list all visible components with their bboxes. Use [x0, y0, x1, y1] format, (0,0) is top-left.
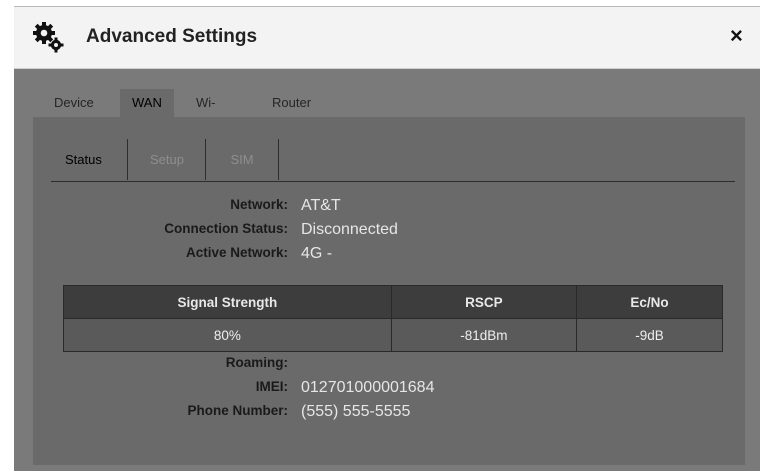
network-label-row: Network: [33, 197, 288, 215]
rscp-value: -81dBm [390, 318, 578, 352]
header-signal-strength: Signal Strength [63, 285, 392, 319]
subtab-sim[interactable]: SIM [206, 139, 279, 180]
connection-status-value: Disconnected [301, 221, 398, 238]
close-icon[interactable]: × [730, 23, 743, 49]
imei-label: IMEI: [255, 379, 288, 394]
subtab-status[interactable]: Status [51, 139, 128, 180]
network-value: AT&T [301, 197, 341, 214]
signal-table: Signal Strength RSCP Ec/No 80% -81dBm -9… [63, 285, 723, 352]
active-network-label: Active Network: [185, 245, 288, 260]
connection-label-row: Connection Status: [33, 221, 288, 239]
header-ecno: Ec/No [576, 285, 723, 319]
gears-icon [33, 22, 64, 53]
wan-panel: Status Setup SIM Network: AT&T Connectio… [33, 117, 745, 465]
signal-table-header: Signal Strength RSCP Ec/No [63, 285, 723, 319]
tab-router[interactable]: Router [260, 89, 323, 117]
sub-tabs: Status Setup SIM [51, 139, 735, 182]
active-network-label-row: Active Network: [33, 245, 288, 263]
active-network-value: 4G - [301, 245, 333, 262]
tab-wan[interactable]: WAN [120, 89, 174, 117]
imei-value: 012701000001684 [301, 379, 435, 396]
dialog-titlebar: Advanced Settings × [14, 7, 760, 69]
header-rscp: RSCP [390, 285, 578, 319]
network-label: Network: [230, 197, 288, 212]
phone-number-label: Phone Number: [187, 403, 288, 418]
table-row: 80% -81dBm -9dB [63, 318, 723, 352]
dialog-title: Advanced Settings [86, 26, 258, 47]
phone-number-value: (555) 555-5555 [301, 403, 411, 420]
roaming-label-row: Roaming: [33, 355, 288, 373]
ecno-value: -9dB [576, 318, 723, 352]
signal-strength-value: 80% [63, 318, 392, 352]
tab-device[interactable]: Device [42, 89, 106, 117]
phone-label-row: Phone Number: [33, 403, 288, 421]
subtab-setup[interactable]: Setup [129, 139, 206, 180]
imei-label-row: IMEI: [33, 379, 288, 397]
advanced-settings-dialog: Advanced Settings × Device WAN Wi-Fi Rou… [14, 6, 760, 471]
tab-wifi[interactable]: Wi-Fi [184, 89, 228, 138]
roaming-label: Roaming: [225, 355, 288, 370]
connection-status-label: Connection Status: [164, 221, 288, 236]
